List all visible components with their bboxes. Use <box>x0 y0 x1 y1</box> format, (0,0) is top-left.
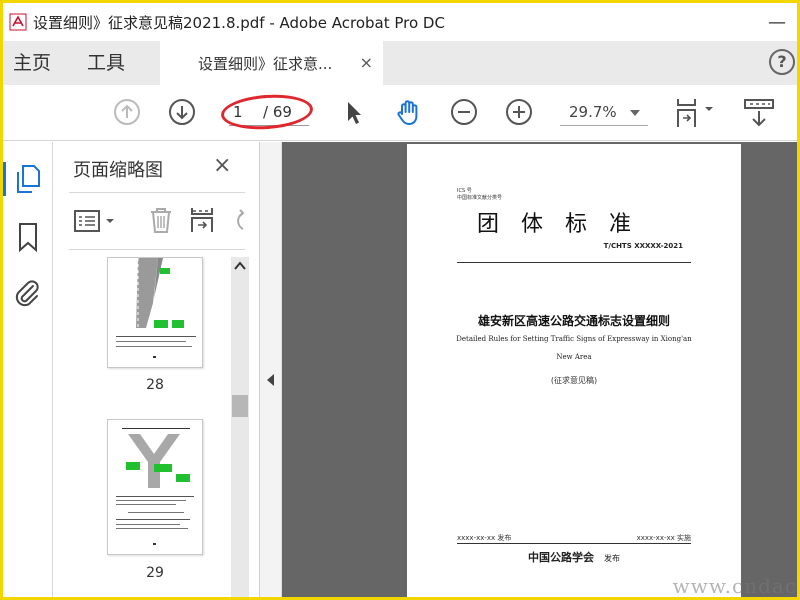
tab-bar: 主页 工具 设置细则》征求意... × ? <box>3 41 797 85</box>
document-title-zh: 雄安新区高速公路交通标志设置细则 <box>477 314 670 328</box>
page-thumbnails-icon[interactable] <box>15 164 41 198</box>
tab-home[interactable]: 主页 <box>13 41 51 85</box>
hand-icon[interactable] <box>394 97 424 131</box>
document-title-en: Detailed Rules for Setting Traffic Signs… <box>456 335 692 343</box>
ics-number: ICS 号 <box>457 188 472 194</box>
thumbnail-options-icon[interactable] <box>73 209 119 237</box>
attachment-icon[interactable] <box>13 278 41 312</box>
title-bar: 设置细则》征求意见稿2021.8.pdf - Adobe Acrobat Pro… <box>3 3 797 41</box>
document-view[interactable]: ICS 号 中国标准文献分类号 团体标准 T/CHTS XXXXX-2021 雄… <box>282 142 797 598</box>
thumbnail-label: 29 <box>146 565 164 581</box>
scrollbar-thumb[interactable] <box>232 395 248 417</box>
panel-collapse-strip[interactable] <box>260 142 282 597</box>
help-icon[interactable]: ? <box>769 49 795 75</box>
close-panel-button[interactable]: × <box>213 153 231 178</box>
collapse-arrow-icon[interactable] <box>267 374 274 386</box>
scroll-up-arrow-icon[interactable] <box>231 257 249 275</box>
publisher-line: 中国公路学会 发布 <box>407 549 741 565</box>
close-tab-button[interactable]: × <box>360 53 373 72</box>
watermark: www.cndac <box>672 574 797 598</box>
zoom-in-icon[interactable] <box>505 98 533 130</box>
tab-document[interactable]: 设置细则》征求意... × <box>160 41 383 85</box>
select-arrow-icon[interactable] <box>343 99 365 131</box>
toolbar: 1 / 69 29.7% <box>3 85 797 141</box>
thumbnail-page-29[interactable] <box>107 419 203 555</box>
standard-header: 团体标准 <box>477 212 654 237</box>
app-window: 设置细则》征求意见稿2021.8.pdf - Adobe Acrobat Pro… <box>0 0 800 600</box>
implement-date: xxxx-xx-xx 实施 <box>636 534 691 542</box>
extract-page-icon[interactable] <box>189 206 215 238</box>
page-up-icon[interactable] <box>113 98 141 130</box>
chevron-down-icon <box>630 110 640 116</box>
window-title: 设置细则》征求意见稿2021.8.pdf - Adobe Acrobat Pro… <box>33 13 445 32</box>
footer-rule <box>457 543 691 544</box>
publish-label: 发布 <box>604 554 620 563</box>
ccs-number: 中国标准文献分类号 <box>457 195 503 201</box>
header-rule <box>457 262 691 263</box>
zoom-select[interactable]: 29.7% <box>560 100 648 126</box>
bookmark-icon[interactable] <box>17 222 39 256</box>
scroll-mode-icon[interactable] <box>743 99 775 133</box>
minimize-button[interactable]: — <box>757 3 797 41</box>
panel-toolbar <box>69 192 245 250</box>
issue-date: xxxx-xx-xx 发布 <box>457 534 512 542</box>
thumbnail-page-28[interactable] <box>107 257 203 368</box>
rail-active-indicator <box>3 162 6 196</box>
draft-label: (征求意见稿) <box>550 376 598 385</box>
window-controls: — <box>757 3 797 41</box>
thumbnails-scrollbar[interactable] <box>231 257 249 597</box>
zoom-out-icon[interactable] <box>450 98 478 130</box>
document-title-en-line2: New Area <box>556 353 592 361</box>
navigation-rail <box>3 142 53 597</box>
fit-page-icon[interactable] <box>675 97 717 133</box>
tab-tools[interactable]: 工具 <box>87 41 125 85</box>
acrobat-logo-icon <box>9 13 27 31</box>
panel-title: 页面缩略图 <box>73 160 163 181</box>
rotate-page-icon[interactable] <box>229 207 245 237</box>
document-tab-label: 设置细则》征求意... <box>198 54 333 73</box>
zoom-value: 29.7% <box>569 103 617 121</box>
thumbnail-label: 28 <box>146 377 164 393</box>
delete-page-icon[interactable] <box>148 206 174 238</box>
organization-name: 中国公路学会 <box>528 551 594 564</box>
page-down-icon[interactable] <box>168 98 196 130</box>
pdf-page: ICS 号 中国标准文献分类号 团体标准 T/CHTS XXXXX-2021 雄… <box>407 144 741 597</box>
thumbnails-panel: 页面缩略图 × 28 29 <box>53 142 260 597</box>
standard-number: T/CHTS XXXXX-2021 <box>603 242 683 250</box>
